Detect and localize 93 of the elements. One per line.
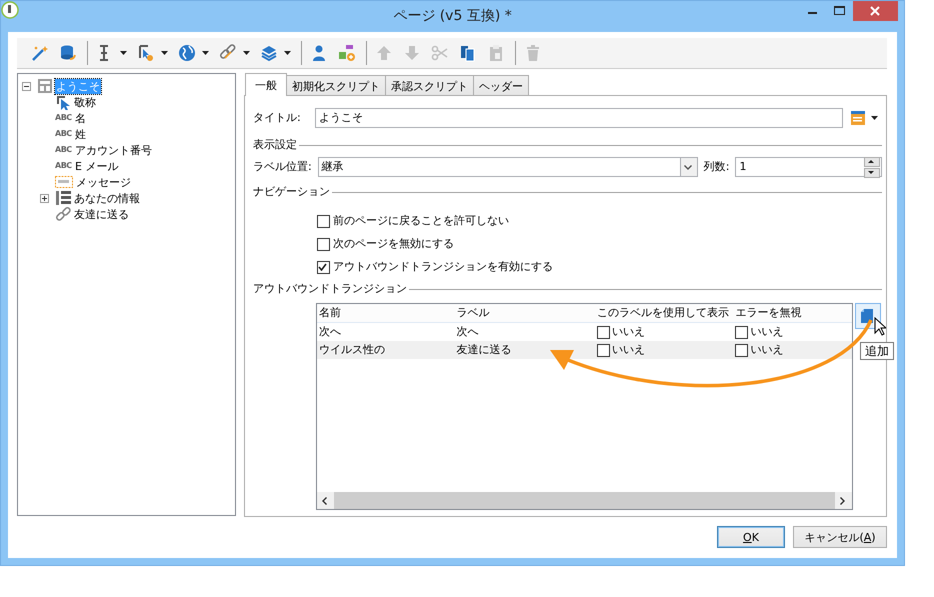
tab[interactable]: 承認スクリプト	[385, 75, 474, 96]
label-position-dropdown[interactable]: 継承	[318, 157, 698, 177]
caret-icon	[284, 51, 291, 55]
checkbox[interactable]	[317, 238, 330, 250]
caret-icon	[243, 51, 250, 55]
maximize-icon	[834, 6, 844, 16]
tree-item[interactable]: 敬称	[73, 94, 97, 110]
text-field-icon: ABC	[55, 159, 73, 173]
text-field-icon: ABC	[55, 143, 73, 157]
column-header[interactable]: エラーを無視	[733, 306, 852, 320]
tree-item[interactable]: E メール	[74, 158, 120, 174]
checkbox-label: 次のページを無効にする	[333, 237, 454, 251]
table-cell-text: 次へ	[455, 325, 480, 339]
checkbox[interactable]	[596, 326, 610, 338]
expand-icon[interactable]	[40, 194, 49, 202]
tab[interactable]: ヘッダー	[473, 75, 529, 96]
field-label: 列数:	[704, 160, 730, 174]
tree-item[interactable]: アカウント番号	[74, 142, 153, 158]
down-icon	[868, 171, 874, 174]
checkbox[interactable]	[596, 344, 610, 356]
table-cell: いいえ	[750, 325, 784, 339]
column-header[interactable]: このラベルを使用して表示	[594, 306, 734, 320]
tree-item[interactable]: 名	[74, 110, 87, 126]
table-cell-text: 次へ	[318, 325, 342, 339]
checkbox[interactable]	[735, 344, 748, 356]
link-icon	[55, 206, 71, 222]
up-arrow-icon	[375, 44, 393, 62]
checkbox[interactable]	[317, 214, 330, 228]
app-icon	[1, 1, 19, 19]
caret-icon	[120, 51, 127, 55]
mouse-cursor-icon	[874, 317, 886, 336]
chevron-right-icon	[840, 496, 845, 504]
close-button[interactable]	[853, 1, 898, 21]
text-field-icon: ABC	[55, 127, 73, 141]
close-icon	[870, 6, 880, 16]
table-cell: いいえ	[612, 343, 645, 357]
checkbox-label: 前のページに戻ることを許可しない	[333, 214, 509, 228]
table-row[interactable]: ウイルス性の 友達に送る いいえ いいえ	[317, 341, 852, 359]
ok-button[interactable]: OK	[717, 526, 785, 548]
checkbox[interactable]	[735, 326, 748, 338]
pointer-gear-icon	[137, 44, 155, 62]
chevron-left-icon	[322, 496, 327, 504]
copy-icon	[459, 44, 477, 62]
horizontal-scrollbar[interactable]	[317, 492, 852, 509]
chevron-down-icon	[684, 164, 692, 170]
list-icon	[55, 190, 71, 206]
title-field[interactable]: ようこそ	[315, 108, 843, 128]
page-icon	[37, 78, 53, 94]
tooltip: 追加	[860, 342, 894, 360]
scissors-icon	[431, 44, 449, 62]
message-icon	[55, 174, 73, 190]
window-title: ページ (v5 互換) *	[392, 8, 513, 25]
paste-icon	[487, 44, 505, 62]
table-row[interactable]: 次へ 次へ いいえ いいえ	[317, 323, 852, 341]
column-header[interactable]: ラベル	[454, 306, 595, 320]
table-cell: いいえ	[750, 343, 784, 357]
down-arrow-icon	[403, 44, 421, 62]
columns-spinner[interactable]: 1	[735, 157, 882, 177]
pointer-icon	[55, 94, 71, 110]
tree-item[interactable]: メッセージ	[75, 174, 132, 190]
tree-item[interactable]: あなたの情報	[73, 190, 141, 206]
shapes-add-icon	[338, 44, 356, 62]
caret-icon	[871, 116, 878, 120]
section-label: アウトバウンドトランジション	[253, 282, 407, 296]
wand-icon	[31, 44, 49, 62]
table-cell: いいえ	[612, 325, 645, 339]
table-cell-text: 友達に送る	[455, 343, 512, 357]
layers-icon	[260, 44, 278, 62]
collapse-icon[interactable]	[22, 82, 31, 90]
table-cell-text: ウイルス性の	[318, 343, 386, 357]
tab[interactable]: 一般	[245, 73, 287, 96]
section-label: 表示設定	[253, 138, 297, 152]
add-document-icon	[860, 308, 874, 324]
trash-icon	[524, 44, 542, 62]
section-label: ナビゲーション	[253, 185, 330, 199]
tree-item[interactable]: 友達に送る	[73, 206, 130, 222]
caret-icon	[202, 51, 209, 55]
cancel-button[interactable]: キャンセル(A)	[793, 526, 887, 548]
check-icon	[318, 263, 327, 271]
caret-icon	[161, 51, 168, 55]
field-label: ラベル位置:	[253, 160, 312, 174]
text-field-icon: ABC	[55, 111, 73, 125]
form-icon	[851, 111, 865, 125]
field-label: タイトル:	[253, 111, 302, 125]
checkbox[interactable]	[317, 260, 330, 274]
database-icon	[59, 44, 77, 62]
tree-item[interactable]: 姓	[74, 126, 87, 142]
up-icon	[868, 160, 874, 163]
checkbox-label: アウトバウンドトランジションを有効にする	[333, 260, 553, 274]
person-icon	[310, 44, 328, 62]
tab[interactable]: 初期化スクリプト	[286, 75, 386, 96]
globe-icon	[178, 44, 196, 62]
column-header[interactable]: 名前	[317, 306, 454, 320]
